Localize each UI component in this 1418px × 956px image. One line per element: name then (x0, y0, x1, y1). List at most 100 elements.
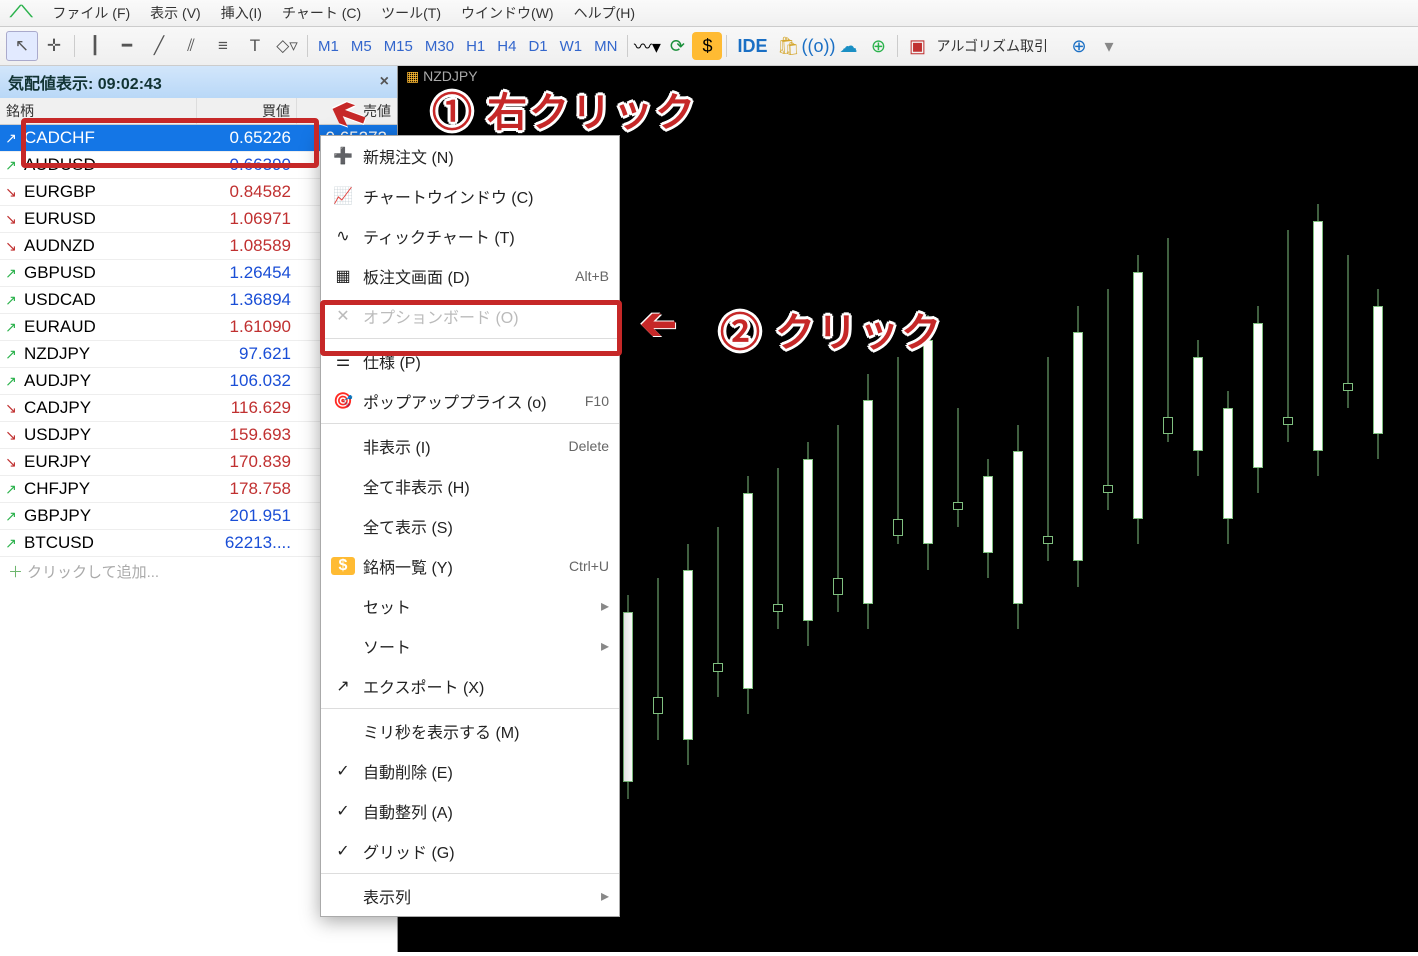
context-menu-item[interactable]: $銘柄一覧 (Y)Ctrl+U (321, 546, 619, 586)
timeframe-mn[interactable]: MN (588, 35, 623, 58)
context-menu-item[interactable]: ミリ秒を表示する (M) (321, 711, 619, 751)
timeframe-h4[interactable]: H4 (491, 35, 522, 58)
context-menu-item[interactable]: 自動削除 (E) (321, 751, 619, 791)
bid-price: 106.032 (197, 371, 297, 391)
context-menu-item[interactable]: ∿ティックチャート (T) (321, 216, 619, 256)
menu-item-label: 仕様 (P) (363, 349, 609, 373)
direction-arrow-icon: ↘ (0, 454, 22, 471)
menu-item-label: チャートウインドウ (C) (363, 184, 609, 208)
dollar-icon: $ (331, 557, 355, 575)
refresh-icon[interactable]: ⟳ (662, 32, 692, 60)
context-menu-item[interactable]: ▦板注文画面 (D)Alt+B (321, 256, 619, 296)
context-menu-item[interactable]: ☰仕様 (P) (321, 341, 619, 381)
direction-arrow-icon: ↘ (0, 427, 22, 444)
close-icon[interactable]: × (380, 73, 389, 91)
vps-icon[interactable]: ☁ (833, 32, 863, 60)
menu-item-label: ポップアッププライス (o) (363, 389, 585, 413)
context-menu-item[interactable]: グリッド (G) (321, 831, 619, 871)
menu-item-label: 新規注文 (N) (363, 144, 609, 168)
context-menu-item[interactable]: 表示列▸ (321, 876, 619, 916)
algo-trading-label[interactable]: アルゴリズム取引 (936, 36, 1048, 56)
context-menu-item[interactable]: 📈チャートウインドウ (C) (321, 176, 619, 216)
context-menu-item[interactable]: セット▸ (321, 586, 619, 626)
market-icon[interactable]: 🛍 (773, 32, 803, 60)
chart-style-dropdown[interactable]: 〰▾ (632, 32, 662, 60)
menubar: ⟋⟍ ファイル (F) 表示 (V) 挿入(I) チャート (C) ツール(T)… (0, 0, 1418, 27)
menu-chart[interactable]: チャート (C) (282, 3, 361, 23)
bid-price: 178.758 (197, 479, 297, 499)
bid-price: 1.08589 (197, 236, 297, 256)
timeframe-w1[interactable]: W1 (554, 35, 589, 58)
submenu-arrow-icon: ▸ (601, 636, 609, 656)
ide-button[interactable]: IDE (731, 32, 773, 60)
timeframe-h1[interactable]: H1 (460, 35, 491, 58)
menu-window[interactable]: ウインドウ(W) (461, 3, 554, 23)
menu-item-label: 表示列 (363, 884, 595, 908)
menu-item-label: ミリ秒を表示する (M) (363, 719, 609, 743)
collapse-icon[interactable]: ▾ (1094, 32, 1124, 60)
context-menu-item[interactable]: 🎯ポップアッププライス (o)F10 (321, 381, 619, 421)
horizontal-line-button[interactable]: ━ (111, 31, 143, 61)
vertical-line-button[interactable]: ┃ (79, 31, 111, 61)
context-menu-item[interactable]: 全て非表示 (H) (321, 466, 619, 506)
add-button[interactable]: ⊕ (1064, 32, 1094, 60)
crosshair-tool-button[interactable]: ✛ (38, 31, 70, 61)
menu-file[interactable]: ファイル (F) (52, 3, 130, 23)
menu-help[interactable]: ヘルプ(H) (574, 3, 635, 23)
equidistant-channel-button[interactable]: ⫽ (175, 31, 207, 61)
symbol-name: NZDJPY (22, 344, 197, 364)
add-symbol-link[interactable]: ＋クリックして追加... (8, 561, 159, 582)
timeframe-d1[interactable]: D1 (522, 35, 553, 58)
menu-item-label: グリッド (G) (363, 839, 609, 863)
autotrading-icon[interactable]: ⊕ (863, 32, 893, 60)
context-menu-item[interactable]: 自動整列 (A) (321, 791, 619, 831)
timeframe-m30[interactable]: M30 (419, 35, 460, 58)
context-menu-item[interactable]: ソート▸ (321, 626, 619, 666)
shapes-dropdown-button[interactable]: ◇▿ (271, 31, 303, 61)
menu-tools[interactable]: ツール(T) (381, 3, 441, 23)
direction-arrow-icon: ↘ (0, 238, 22, 255)
menu-item-icon: ↗ (331, 676, 355, 696)
bid-price: 1.61090 (197, 317, 297, 337)
bid-price: 97.621 (197, 344, 297, 364)
direction-arrow-icon: ↗ (0, 346, 22, 363)
algo-trading-stop-icon[interactable]: ▣ (902, 32, 932, 60)
trend-line-button[interactable]: ╱ (143, 31, 175, 61)
symbol-name: USDJPY (22, 425, 197, 445)
market-watch-title-bar: 気配値表示: 09:02:43 × (0, 66, 397, 98)
header-bid[interactable]: 買値 (197, 98, 297, 124)
chart-tab[interactable]: ▦ NZDJPY (398, 66, 486, 87)
timeframe-m15[interactable]: M15 (378, 35, 419, 58)
fibo-button[interactable]: ≡ (207, 31, 239, 61)
symbol-list-icon[interactable]: $ (692, 32, 722, 60)
text-tool-button[interactable]: T (239, 31, 271, 61)
context-menu-item[interactable]: ↗エクスポート (X) (321, 666, 619, 706)
symbol-name: CHFJPY (22, 479, 197, 499)
context-menu-item[interactable]: 非表示 (I)Delete (321, 426, 619, 466)
bid-price: 0.84582 (197, 182, 297, 202)
context-menu-item[interactable]: ➕ 新規注文 (N) (321, 136, 619, 176)
header-ask[interactable]: 売値 (297, 98, 397, 124)
menu-item-label: 銘柄一覧 (Y) (363, 554, 569, 578)
menu-item-icon: ➕ (331, 146, 355, 166)
timeframe-m1[interactable]: M1 (312, 35, 345, 58)
menu-view[interactable]: 表示 (V) (150, 3, 201, 23)
bid-price: 0.66390 (197, 155, 297, 175)
symbol-name: AUDUSD (22, 155, 197, 175)
submenu-arrow-icon: ▸ (601, 596, 609, 616)
signals-icon[interactable]: ((o)) (803, 32, 833, 60)
context-menu-item[interactable]: 全て表示 (S) (321, 506, 619, 546)
timeframe-m5[interactable]: M5 (345, 35, 378, 58)
menu-item-shortcut: Delete (569, 438, 609, 454)
menu-item-label: オプションボード (O) (363, 304, 609, 328)
menu-item-label: 自動削除 (E) (363, 759, 609, 783)
header-symbol[interactable]: 銘柄 (0, 98, 197, 124)
menu-item-icon: 🎯 (331, 391, 355, 411)
check-icon (331, 761, 355, 781)
menu-insert[interactable]: 挿入(I) (221, 3, 262, 23)
direction-arrow-icon: ↗ (0, 535, 22, 552)
cursor-tool-button[interactable]: ↖ (6, 31, 38, 61)
context-menu-item: ✕オプションボード (O) (321, 296, 619, 336)
bid-price: 1.26454 (197, 263, 297, 283)
symbol-name: CADCHF (22, 128, 197, 148)
